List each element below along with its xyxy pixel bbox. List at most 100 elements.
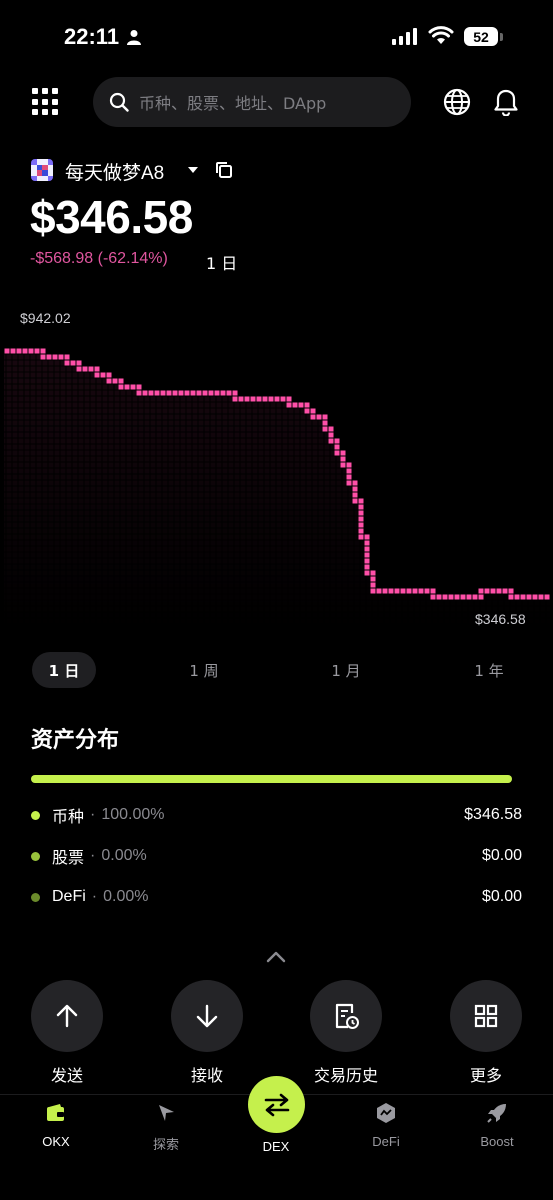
chart-line-pixel [460,594,466,600]
chart-line-pixel [364,546,370,552]
apps-grid-icon[interactable] [32,88,60,116]
nav-item-okx[interactable]: OKX [16,1102,96,1149]
chart-line-pixel [46,354,52,360]
range-tab-1m[interactable]: 1 月 [314,652,378,688]
asset-name: 股票 [52,850,85,867]
nav-label: OKX [42,1134,70,1149]
search-bar[interactable]: 币种、股票、地址、DApp [93,77,411,127]
send-label: 发送 [50,1066,83,1085]
chart-area-column [532,600,538,630]
chart-line-pixel [64,354,70,360]
range-tab-1d[interactable]: 1 日 [32,652,96,688]
chart-area-column [370,594,376,630]
chart-area-column [328,444,334,630]
dex-button[interactable] [248,1076,305,1133]
chart-line-pixel [52,354,58,360]
chart-line-pixel [358,516,364,522]
chart-area-column [340,468,346,630]
chart-area-column [376,594,382,630]
range-tab-1w[interactable]: 1 周 [172,652,236,688]
chart-area-column [130,390,136,630]
chart-line-pixel [4,348,10,354]
chart-line-pixel [340,462,346,468]
chart-area-column [280,402,286,630]
chart-line-pixel [448,594,454,600]
chart-line-pixel [394,588,400,594]
chart-area-column [364,576,370,630]
bell-icon[interactable] [493,88,519,116]
send-button[interactable] [31,980,103,1052]
nav-label-dex: DEX [262,1139,290,1154]
chart-area-column [196,396,202,630]
chart-line-pixel [382,588,388,594]
chart-line-pixel [136,384,142,390]
chart-line-pixel [334,444,340,450]
chart-area-column [526,600,532,630]
nav-item-explore[interactable]: 探索 [126,1102,206,1153]
chart-area-column [358,540,364,630]
asset-distribution-bar [31,775,512,783]
chart-line-pixel [10,348,16,354]
chart-line-pixel [208,390,214,396]
chart-line-pixel [76,360,82,366]
chart-line-pixel [16,348,22,354]
chart-line-pixel [346,474,352,480]
chart-area-column [28,354,34,630]
wallet-icon [47,1104,64,1121]
more-label: 更多 [469,1066,502,1085]
chart-area-column [88,372,94,630]
nav-label: Boost [480,1134,514,1149]
asset-row-tokens[interactable]: 币种 · 100.00% $346.58 [31,803,522,827]
range-tab-1y[interactable]: 1 年 [457,652,521,688]
chevron-up-icon[interactable] [266,950,286,964]
history-button[interactable] [310,980,382,1052]
chart-area-column [448,600,454,630]
chart-line-pixel [280,396,286,402]
chart-area-column [76,372,82,630]
chart-line-pixel [484,588,490,594]
copy-icon[interactable] [215,161,233,179]
chart-area-column [304,414,310,630]
chart-area-column [262,402,268,630]
asset-row-defi[interactable]: DeFi · 0.00% $0.00 [31,885,522,909]
chart-line-pixel [268,396,274,402]
chart-line-pixel [352,498,358,504]
chart-line-pixel [466,594,472,600]
chart-line-pixel [370,576,376,582]
chart-line-pixel [478,594,484,600]
chart-area-column [322,432,328,630]
nav-label: DeFi [372,1134,400,1149]
nav-item-defi[interactable]: DeFi [346,1102,426,1149]
more-button[interactable] [450,980,522,1052]
wallet-name[interactable]: 每天做梦A8 [65,158,164,185]
balance-chart[interactable] [0,300,553,630]
chart-line-pixel [364,552,370,558]
asset-row-stocks[interactable]: 股票 · 0.00% $0.00 [31,844,522,868]
chart-area-column [238,402,244,630]
chart-area-column [424,594,430,630]
chart-area-column [412,594,418,630]
chart-line-pixel [100,372,106,378]
wallet-avatar[interactable] [31,159,53,181]
chart-line-pixel [376,588,382,594]
defi-icon [377,1103,395,1123]
total-balance: $346.58 [30,191,193,243]
chart-line-pixel [520,594,526,600]
chart-line-pixel [352,492,358,498]
asset-dot [31,810,40,820]
asset-value: $0.00 [481,888,522,905]
chart-area-column [58,360,64,630]
receive-button[interactable] [171,980,243,1052]
person-icon [127,30,141,45]
chart-line-pixel [34,348,40,354]
chart-line-pixel [436,594,442,600]
chart-line-pixel [142,390,148,396]
chevron-down-icon[interactable] [188,167,198,173]
nav-item-boost[interactable]: Boost [457,1102,537,1149]
chart-line-pixel [424,588,430,594]
chart-line-pixel [274,396,280,402]
chart-line-pixel [202,390,208,396]
chart-area-column [100,378,106,630]
globe-icon[interactable] [443,88,471,116]
chart-area-column [268,402,274,630]
